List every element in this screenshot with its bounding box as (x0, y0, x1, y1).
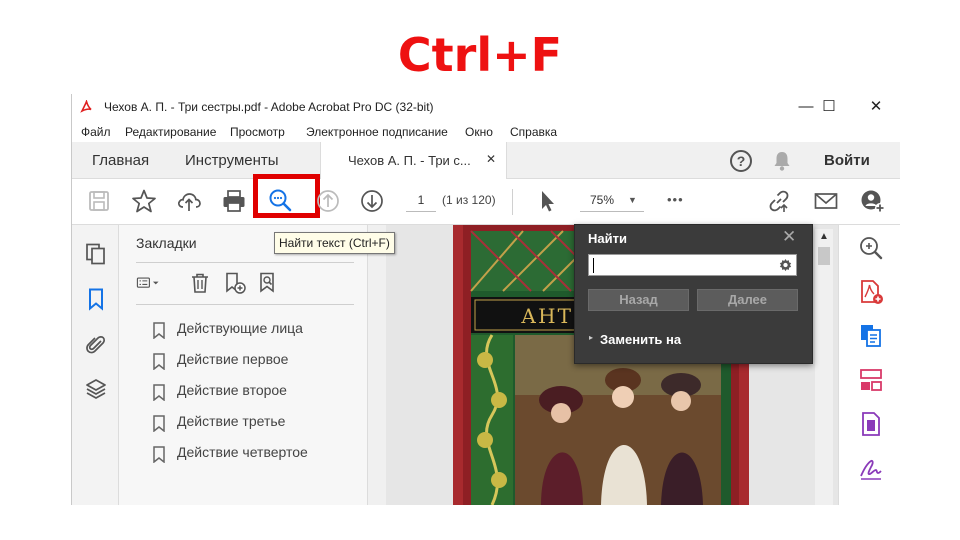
bookmark-icon (153, 322, 165, 339)
bookmark-icon (153, 353, 165, 370)
organize-pages-icon[interactable] (858, 367, 884, 393)
find-panel: Найти ✕ Назад Далее ▸ Заменить на (574, 224, 813, 364)
bookmark-icon (153, 415, 165, 432)
maximize-button[interactable]: ☐ (809, 97, 849, 117)
bookmark-icon (153, 384, 165, 401)
find-panel-title: Найти (588, 231, 627, 246)
tab-home[interactable]: Главная (92, 152, 149, 169)
expand-arrow-icon[interactable]: ▸ (589, 333, 593, 342)
tab-close-button[interactable]: ✕ (486, 152, 496, 166)
export-pdf-icon[interactable] (858, 323, 884, 349)
find-next-button[interactable]: Далее (697, 289, 798, 311)
pages-icon[interactable] (84, 242, 108, 266)
new-bookmark-icon[interactable] (223, 271, 247, 295)
help-icon[interactable]: ? (730, 150, 752, 172)
find-text-tooltip: Найти текст (Ctrl+F) (274, 232, 395, 254)
next-page-icon[interactable] (359, 188, 385, 214)
tab-tools[interactable]: Инструменты (185, 152, 279, 169)
page-gutter (368, 225, 386, 505)
scrollbar-thumb[interactable] (818, 247, 830, 265)
add-user-icon[interactable] (860, 188, 886, 214)
edit-pdf-icon[interactable] (858, 411, 884, 437)
zoom-value: 75% (590, 193, 615, 207)
gear-icon[interactable] (778, 258, 793, 273)
search-input[interactable] (588, 254, 797, 276)
page-count: (1 из 120) (442, 193, 496, 207)
menu-e-sign[interactable]: Электронное подписание (306, 125, 448, 139)
previous-page-icon[interactable] (315, 188, 341, 214)
replace-with-toggle[interactable]: Заменить на (600, 332, 681, 347)
window-title: Чехов А. П. - Три сестры.pdf - Adobe Acr… (104, 100, 434, 114)
sign-in-button[interactable]: Войти (824, 152, 870, 169)
panel-divider (136, 262, 354, 263)
vertical-scrollbar[interactable]: ▲ (815, 229, 833, 505)
find-bookmark-icon[interactable] (257, 271, 281, 295)
tab-document[interactable]: Чехов А. П. - Три с... ✕ (320, 142, 507, 179)
bookmarks-title: Закладки (136, 235, 197, 251)
notifications-bell-icon[interactable] (772, 150, 792, 172)
bookmark-label: Действие второе (177, 382, 287, 398)
create-pdf-icon[interactable] (858, 279, 884, 305)
more-tools-icon[interactable]: ••• (667, 192, 684, 207)
cloud-upload-icon[interactable] (176, 188, 202, 214)
find-previous-button[interactable]: Назад (588, 289, 689, 311)
delete-bookmark-icon[interactable] (188, 271, 212, 295)
tab-document-label: Чехов А. П. - Три с... (348, 153, 471, 168)
attachments-icon[interactable] (84, 333, 108, 357)
bookmark-icon (153, 446, 165, 463)
tab-bar: Главная Инструменты Чехов А. П. - Три с.… (72, 142, 900, 179)
acrobat-logo-icon (80, 100, 93, 114)
acrobat-window: Чехов А. П. - Три сестры.pdf - Adobe Acr… (71, 94, 900, 505)
share-link-icon[interactable] (766, 188, 792, 214)
bookmark-icon[interactable] (84, 287, 108, 311)
bookmark-label: Действие третье (177, 413, 286, 429)
close-icon[interactable]: ✕ (782, 227, 796, 247)
title-bar: Чехов А. П. - Три сестры.pdf - Adobe Acr… (72, 94, 900, 120)
panel-divider (136, 304, 354, 305)
star-bookmark-icon[interactable] (131, 188, 157, 214)
bookmark-label: Действие первое (177, 351, 289, 367)
select-cursor-icon[interactable] (534, 188, 560, 214)
menu-file[interactable]: Файл (81, 125, 111, 139)
email-icon[interactable] (813, 188, 839, 214)
page-number-input[interactable]: 1 (406, 189, 436, 212)
bookmark-label: Действие четвертое (177, 444, 308, 460)
bookmark-options-icon[interactable] (136, 271, 160, 295)
chevron-down-icon: ▼ (628, 195, 637, 205)
toolbar-divider (512, 189, 513, 215)
menu-bar: Файл Редактирование Просмотр Электронное… (72, 120, 900, 142)
left-navigation-rail (72, 225, 119, 505)
bookmark-label: Действующие лица (177, 320, 303, 336)
right-tools-rail (838, 225, 900, 505)
close-window-button[interactable]: ✕ (856, 97, 896, 117)
scroll-up-icon[interactable]: ▲ (819, 231, 829, 242)
menu-edit[interactable]: Редактирование (125, 125, 216, 139)
find-text-highlight-box (253, 174, 320, 218)
toolbar: 1 (1 из 120) 75% ▼ ••• (72, 174, 900, 225)
hotkey-heading: Ctrl+F (397, 28, 563, 82)
zoom-select[interactable]: 75% ▼ (580, 189, 644, 212)
text-caret (593, 258, 594, 273)
save-icon[interactable] (86, 188, 112, 214)
menu-help[interactable]: Справка (510, 125, 557, 139)
menu-window[interactable]: Окно (465, 125, 493, 139)
zoom-icon[interactable] (858, 235, 884, 261)
print-icon[interactable] (221, 188, 247, 214)
menu-view[interactable]: Просмотр (230, 125, 285, 139)
layers-icon[interactable] (84, 377, 108, 401)
fill-sign-icon[interactable] (858, 455, 884, 481)
